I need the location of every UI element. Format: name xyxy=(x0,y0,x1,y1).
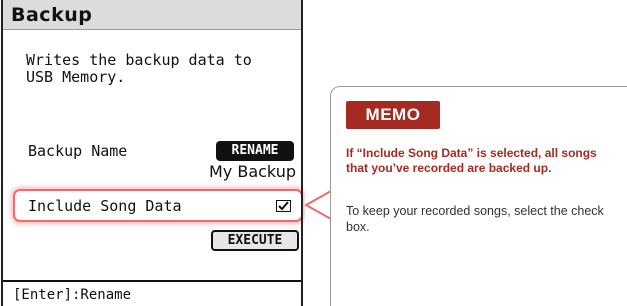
rename-button[interactable]: RENAME xyxy=(216,141,294,161)
include-song-data-label: Include Song Data xyxy=(28,197,182,215)
callout-pointer-icon xyxy=(305,190,332,220)
checkmark-icon xyxy=(278,201,289,211)
memo-badge: MEMO xyxy=(346,101,440,129)
memo-emphasis: If “Include Song Data” is selected, all … xyxy=(346,146,597,175)
backup-screen: Backup Writes the backup data to USB Mem… xyxy=(0,0,305,306)
footer-divider xyxy=(3,280,301,282)
backup-name-label: Backup Name xyxy=(28,142,128,160)
include-song-data-checkbox[interactable] xyxy=(276,200,291,212)
execute-button[interactable]: EXECUTE xyxy=(211,230,299,251)
screen-description: Writes the backup data to USB Memory. xyxy=(26,51,252,86)
memo-body: To keep your recorded songs, select the … xyxy=(346,204,604,234)
backup-name-value: My Backup xyxy=(208,162,296,181)
screen-title: Backup xyxy=(3,0,301,30)
footer-hint: [Enter]:Rename xyxy=(13,287,132,303)
